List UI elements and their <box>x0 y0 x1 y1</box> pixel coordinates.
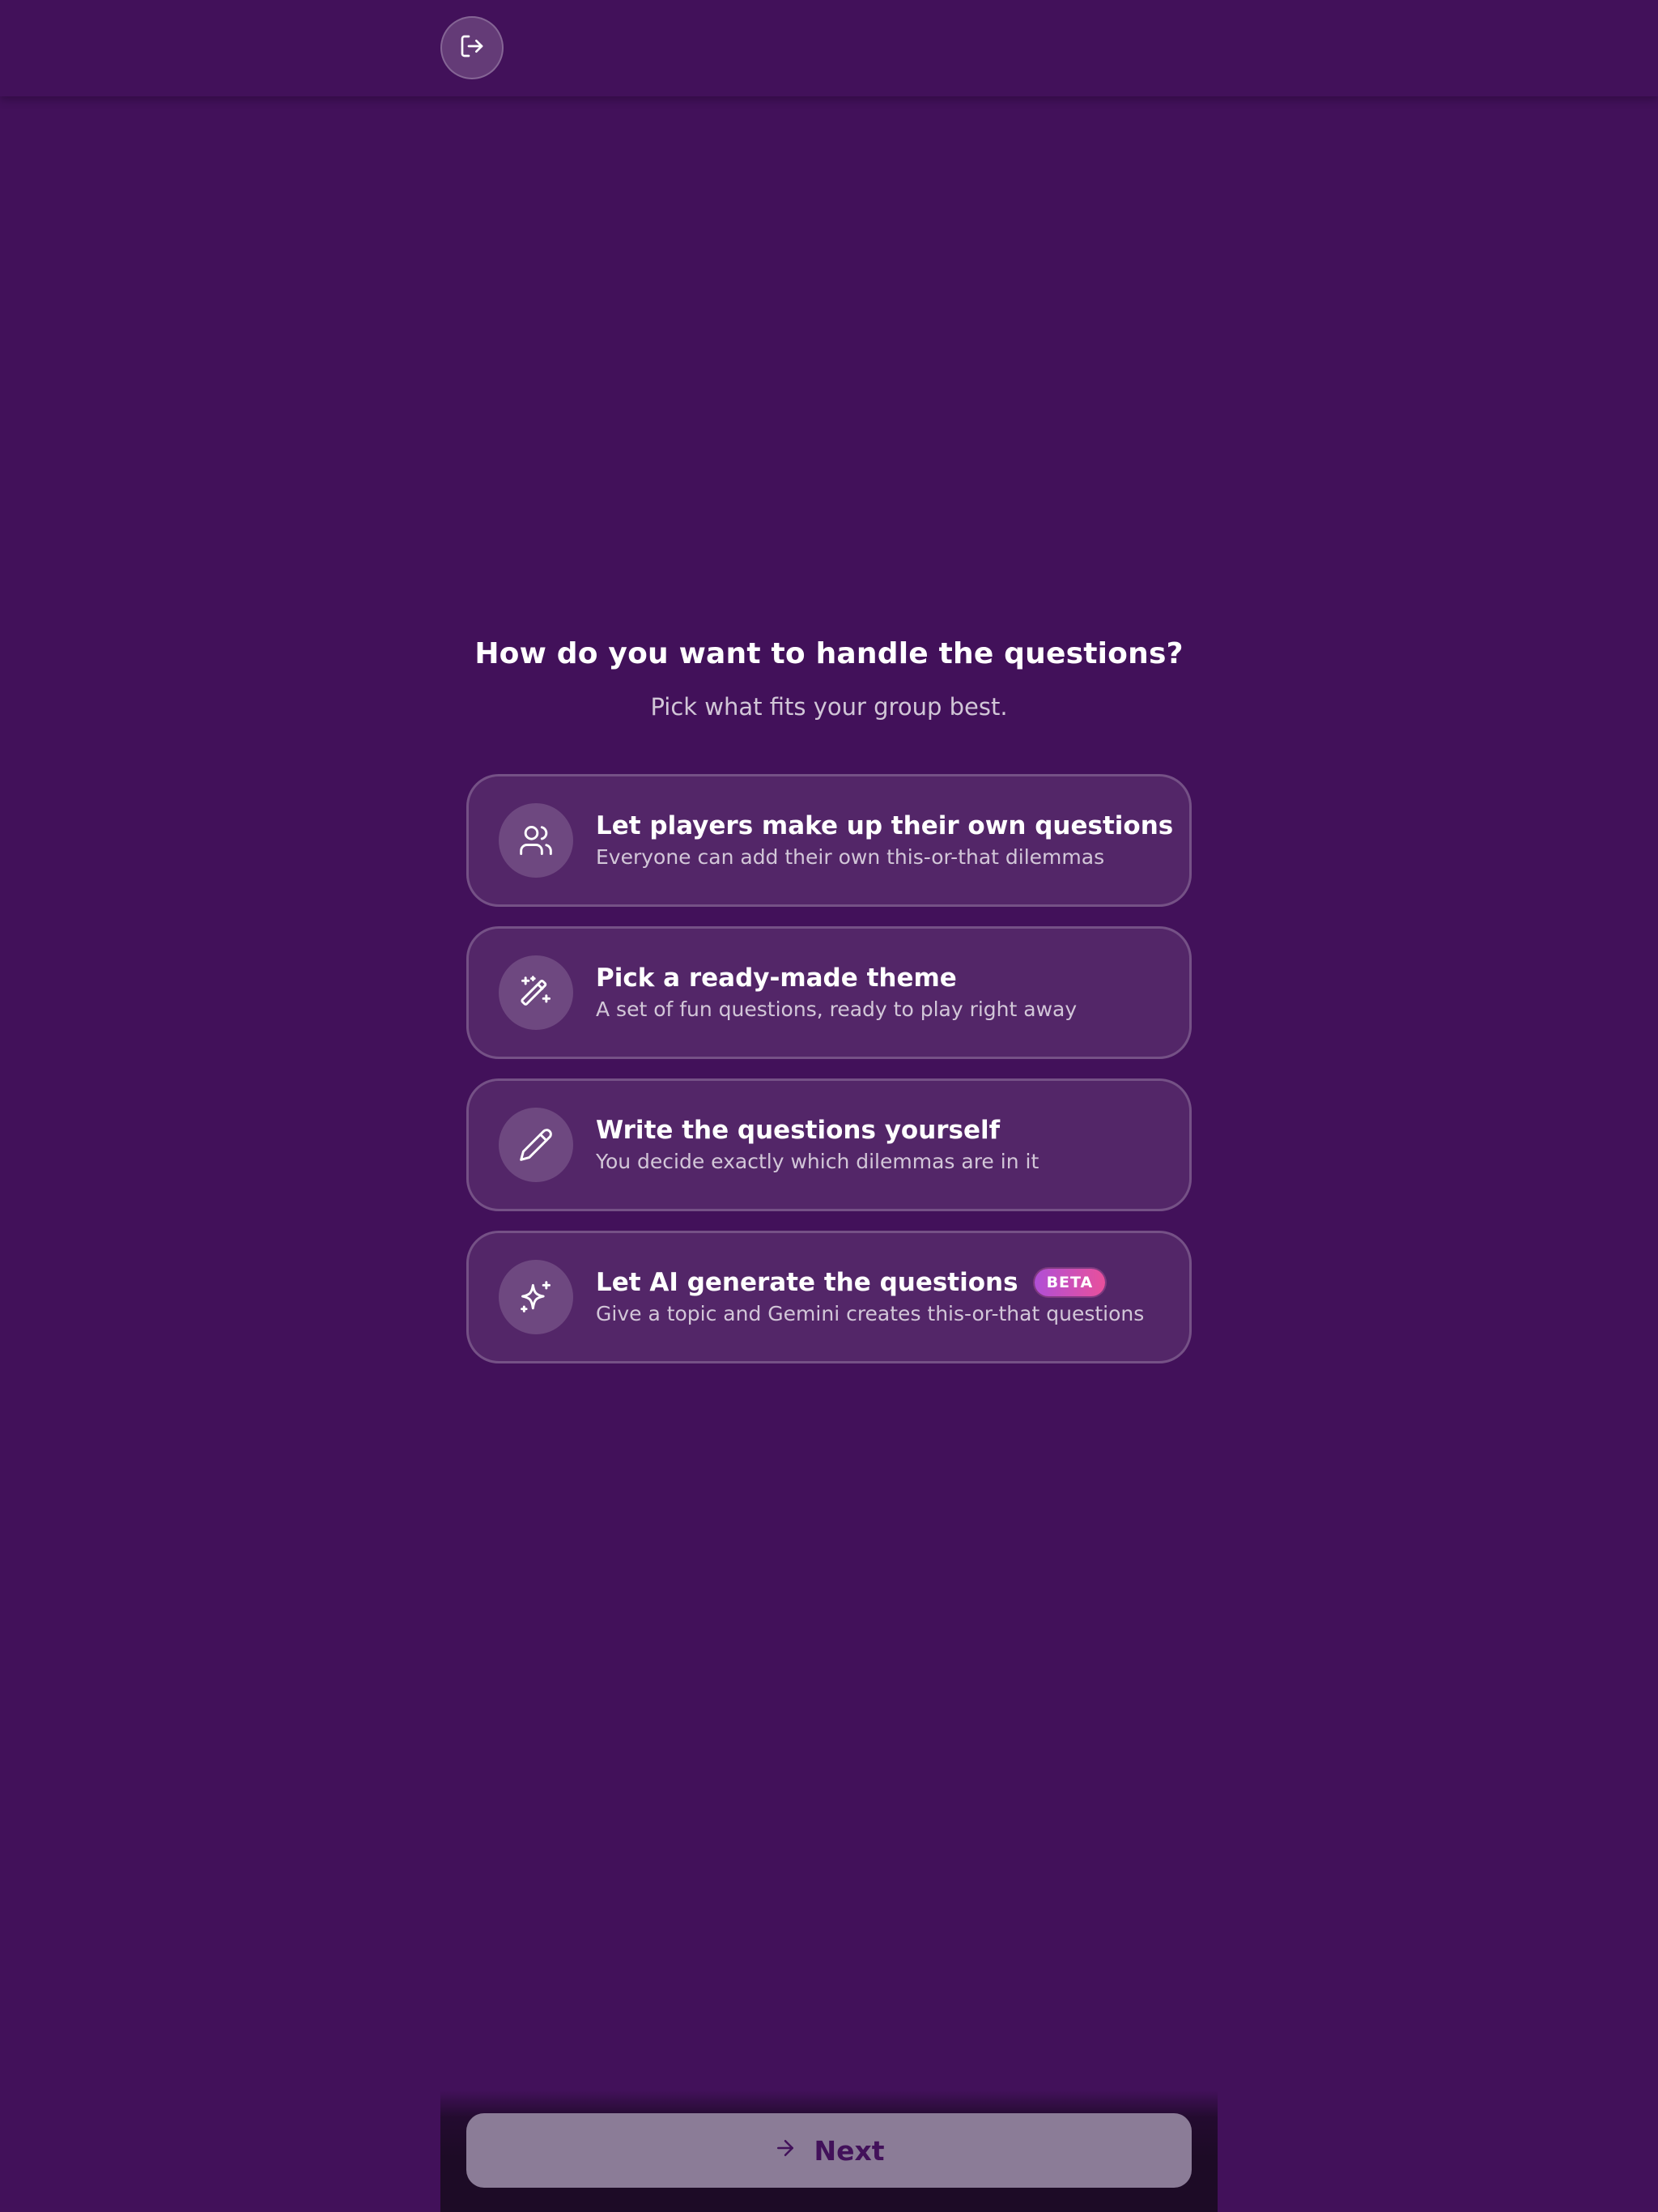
page-title: How do you want to handle the questions? <box>474 637 1184 670</box>
option-text: Let AI generate the questions BETA Give … <box>596 1266 1144 1329</box>
option-title: Let AI generate the questions BETA <box>596 1266 1144 1300</box>
option-description: You decide exactly which dilemmas are in… <box>596 1150 1039 1173</box>
option-players-questions[interactable]: Let players make up their own questions … <box>466 774 1192 907</box>
next-button[interactable]: Next <box>466 2113 1192 2188</box>
option-title: Pick a ready-made theme <box>596 963 957 993</box>
top-bar <box>0 0 1658 96</box>
option-write-yourself[interactable]: Write the questions yourself You decide … <box>466 1078 1192 1211</box>
option-description: Everyone can add their own this-or-that … <box>596 845 1105 869</box>
next-button-label: Next <box>814 2134 885 2167</box>
option-ai-generate[interactable]: Let AI generate the questions BETA Give … <box>466 1231 1192 1363</box>
question-mode-panel: How do you want to handle the questions?… <box>466 632 1192 1383</box>
option-description: Give a topic and Gemini creates this-or-… <box>596 1302 1145 1325</box>
beta-badge: BETA <box>1034 1269 1106 1296</box>
users-icon <box>499 803 573 878</box>
magic-wand-icon <box>499 955 573 1030</box>
arrow-right-icon <box>773 2135 814 2167</box>
sparkle-icon <box>499 1260 573 1334</box>
exit-button[interactable] <box>440 16 504 79</box>
log-out-icon <box>459 33 485 62</box>
option-title-label: Let AI generate the questions <box>596 1268 1018 1297</box>
option-text: Let players make up their own questions … <box>596 809 1173 872</box>
option-text: Pick a ready-made theme A set of fun que… <box>596 961 1077 1024</box>
option-description: A set of fun questions, ready to play ri… <box>596 998 1078 1021</box>
option-ready-made-theme[interactable]: Pick a ready-made theme A set of fun que… <box>466 926 1192 1059</box>
page-subtitle: Pick what fits your group best. <box>650 693 1008 721</box>
option-title: Let players make up their own questions <box>596 811 1174 840</box>
option-title: Write the questions yourself <box>596 1116 1001 1145</box>
option-text: Write the questions yourself You decide … <box>596 1113 1039 1176</box>
options-list: Let players make up their own questions … <box>466 774 1192 1363</box>
pencil-icon <box>499 1108 573 1182</box>
bottom-action-bar: Next <box>440 2091 1218 2212</box>
